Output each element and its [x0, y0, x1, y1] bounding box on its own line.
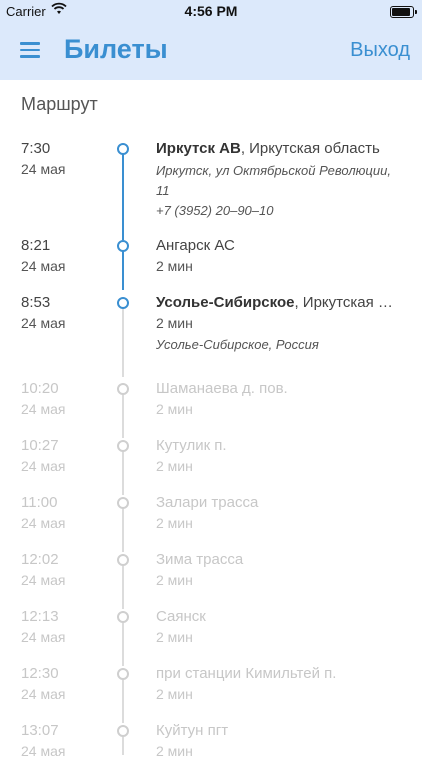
stop-name-region: , Иркутская о…: [294, 294, 396, 311]
route-stop: 12:30 24 мая при станции Кимильтей п. 2 …: [0, 655, 422, 723]
stop-marker-icon: [117, 725, 129, 737]
stop-marker-icon: [117, 383, 129, 395]
hamburger-menu-icon[interactable]: [20, 42, 40, 58]
stop-name: Куйтун пгт: [156, 722, 229, 739]
stop-marker-icon: [117, 497, 129, 509]
stop-time: 10:20: [21, 380, 59, 397]
stop-name: Кутулик п.: [156, 437, 227, 454]
section-title-route: Маршрут: [21, 94, 98, 114]
stop-marker-icon: [117, 143, 129, 155]
route-stop: 11:00 24 мая Залари трасса 2 мин: [0, 484, 422, 552]
stop-duration: 2 мин: [156, 458, 193, 474]
stop-time: 12:30: [21, 665, 59, 682]
battery-icon: [390, 6, 417, 18]
stop-duration: 2 мин: [156, 401, 193, 417]
stop-duration: 2 мин: [156, 743, 193, 759]
stop-duration: 2 мин: [156, 686, 193, 702]
stop-duration: 2 мин: [156, 572, 193, 588]
stop-marker-icon: [117, 668, 129, 680]
stop-date: 24 мая: [21, 515, 66, 531]
stop-time: 11:00: [21, 494, 58, 511]
stop-time: 13:07: [21, 722, 59, 739]
stop-name-region: , Иркутская область: [240, 140, 380, 157]
route-stop: 10:20 24 мая Шаманаева д. пов. 2 мин: [0, 370, 422, 438]
stop-duration: 2 мин: [156, 258, 193, 274]
stop-name: Зима трасса: [156, 551, 244, 568]
timeline-segment: [122, 307, 124, 377]
stop-date: 24 мая: [21, 458, 66, 474]
stop-duration: 2 мин: [156, 515, 193, 531]
stop-time: 8:53: [21, 294, 51, 311]
stop-name: Усолье-Сибирское, Иркутская о…: [156, 294, 396, 311]
stop-duration: 2 мин: [156, 315, 193, 331]
timeline-segment: [122, 621, 124, 666]
stop-time: 10:27: [21, 437, 59, 454]
stop-date: 24 мая: [21, 572, 66, 588]
route-stop: 7:30 24 мая Иркутск АВ, Иркутская област…: [0, 130, 422, 240]
stop-name: Ангарск АС: [156, 237, 235, 254]
stop-date: 24 мая: [21, 743, 66, 759]
stop-address-line1: Иркутск, ул Октябрьской Революции,: [156, 163, 391, 178]
stop-date: 24 мая: [21, 161, 66, 177]
stop-date: 24 мая: [21, 315, 66, 331]
stop-time: 8:21: [21, 237, 51, 254]
route-stop: 10:27 24 мая Кутулик п. 2 мин: [0, 427, 422, 495]
stop-date: 24 мая: [21, 401, 66, 417]
stop-marker-icon: [117, 440, 129, 452]
timeline-segment: [122, 393, 124, 438]
stop-marker-icon: [117, 554, 129, 566]
stop-duration: 2 мин: [156, 629, 193, 645]
stop-date: 24 мая: [21, 258, 66, 274]
stop-time: 7:30: [21, 140, 51, 157]
stop-name: Залари трасса: [156, 494, 259, 511]
stop-marker-icon: [117, 611, 129, 623]
timeline-segment: [122, 507, 124, 552]
stop-name: при станции Кимильтей п.: [156, 665, 337, 682]
stop-phone: +7 (3952) 20–90–10: [156, 203, 274, 218]
route-stop: 8:53 24 мая Усолье-Сибирское, Иркутская …: [0, 284, 422, 377]
route-stop: 8:21 24 мая Ангарск АС 2 мин: [0, 227, 422, 290]
stop-time: 12:13: [21, 608, 59, 625]
stop-date: 24 мая: [21, 686, 66, 702]
stop-marker-icon: [117, 297, 129, 309]
timeline-segment: [122, 153, 124, 240]
stop-marker-icon: [117, 240, 129, 252]
timeline-segment: [122, 250, 124, 290]
timeline-segment: [122, 678, 124, 723]
stop-name-bold: Иркутск АВ: [156, 140, 241, 157]
route-stop: 12:13 24 мая Саянск 2 мин: [0, 598, 422, 666]
stop-name-bold: Усолье-Сибирское: [156, 294, 295, 311]
timeline-segment: [122, 450, 124, 495]
logout-button[interactable]: Выход: [350, 39, 410, 62]
stop-time: 12:02: [21, 551, 59, 568]
stop-name: Шаманаева д. пов.: [156, 380, 288, 397]
stop-name: Иркутск АВ, Иркутская область: [156, 140, 396, 157]
clock: 4:56 PM: [184, 3, 238, 19]
stop-address-line2: 11: [156, 183, 170, 198]
stop-address: Усолье-Сибирское, Россия: [156, 337, 319, 352]
stop-name: Саянск: [156, 608, 206, 625]
status-bar: Carrier 4:56 PM: [0, 0, 422, 22]
route-stop: 13:07 24 мая Куйтун пгт 2 мин: [0, 712, 422, 759]
stop-date: 24 мая: [21, 629, 66, 645]
page-title: Билеты: [64, 34, 168, 64]
timeline-segment: [122, 735, 124, 755]
timeline-segment: [122, 564, 124, 609]
nav-bar: Билеты Выход: [0, 22, 422, 80]
route-stop: 12:02 24 мая Зима трасса 2 мин: [0, 541, 422, 609]
